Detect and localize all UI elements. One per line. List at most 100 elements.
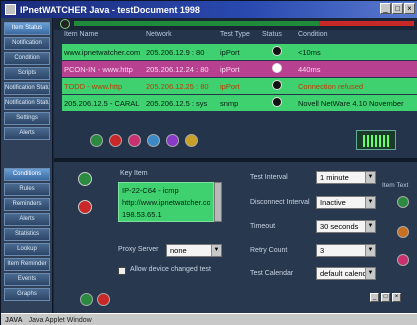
alias-list-item[interactable]: 198.53.65.1 [122,209,210,221]
panel-close-button[interactable]: × [392,293,401,302]
sidebar-item[interactable]: Rules [4,183,50,196]
sidebar-item[interactable]: Notification [4,37,50,50]
sidebar-item[interactable]: Alerts [4,127,50,140]
indicator-icon[interactable] [397,196,409,208]
retry-count-label: Retry Count [250,247,288,254]
allow-change-checkbox[interactable] [118,267,126,275]
window-controls: _ □ × [380,3,415,14]
status-text: Java Applet Window [28,316,92,324]
bars-icon [363,135,391,147]
item-toolbar [90,134,198,147]
timeout-value: 30 seconds [320,222,359,231]
sidebar-item[interactable]: Graphs [4,288,50,301]
table-row[interactable]: 205.206.12.5 - CARAL 205.206.12.5 : sys … [62,95,417,111]
sidebar-item[interactable]: Item Status [4,22,50,35]
sidebar-item[interactable]: Lookup [4,243,50,256]
test-interval-value: 1 minute [320,173,349,182]
status-bar-green [74,21,319,26]
cell-condition: <10ms [298,47,321,57]
disconnect-interval-value: Inactive [320,198,346,207]
alert-button[interactable] [185,134,198,147]
cell-status [260,97,296,109]
alias-list[interactable]: IP-22-C64 - icmp http://www.ipnetwatcher… [118,182,214,222]
proxy-server-value: none [170,246,187,255]
test-calendar-select[interactable]: default calend ▼ [316,267,376,280]
sidebar-item[interactable]: Notification Status [4,97,50,110]
alias-scrollbar[interactable] [214,182,222,222]
status-icon [272,63,282,73]
sidebar-item[interactable]: Events [4,273,50,286]
chevron-down-icon: ▼ [365,197,375,208]
refresh-button[interactable] [147,134,160,147]
retry-count-select[interactable]: 3 ▼ [316,244,376,257]
sidebar-item[interactable]: Scripts [4,67,50,80]
logo-icon [60,19,70,29]
table-row[interactable]: TODD - www.http 205.206.12.25 : 80 ipPor… [62,78,417,94]
close-button[interactable]: × [404,3,415,14]
sidebar-item[interactable]: Reminders [4,198,50,211]
column-header-type[interactable]: Test Type [218,31,260,43]
item-list-panel: Item Name Network Test Type Status Condi… [54,18,417,158]
status-strip [54,18,417,30]
indicator-icon[interactable] [397,254,409,266]
cancel-button[interactable] [97,293,110,306]
alias-list-item[interactable]: http://www.ipnetwatcher.com/ti [122,197,210,209]
status-bar-red [319,21,414,26]
table-row[interactable]: www.ipnetwatcher.com 205.206.12.9 : 80 i… [62,44,417,60]
status-icon [272,80,282,90]
timeout-select[interactable]: 30 seconds ▼ [316,220,376,233]
panel-maximize-button[interactable]: □ [381,293,390,302]
sidebar-item[interactable]: Statistics [4,228,50,241]
add-item-button[interactable] [90,134,103,147]
disconnect-interval-select[interactable]: Inactive ▼ [316,196,376,209]
stop-button[interactable] [128,134,141,147]
sidebar-item[interactable]: Item Reminder [4,258,50,271]
item-table: www.ipnetwatcher.com 205.206.12.9 : 80 i… [62,44,417,112]
status-icon [272,97,282,107]
cell-type: ipPort [220,64,240,74]
cell-condition: 440ms [298,64,321,74]
test-calendar-value: default calend [320,269,367,278]
cell-name: PCON-IN - www.http [64,64,133,74]
cell-condition: Connection refused [298,81,364,91]
sidebar-item[interactable]: Conditions [4,168,50,181]
chevron-down-icon: ▼ [365,172,375,183]
column-header-condition[interactable]: Condition [296,31,417,43]
panel-corner-controls: _ □ × [370,293,401,302]
sidebar-bottom-group: Conditions Rules Reminders Alerts Statis… [4,168,50,303]
table-row[interactable]: PCON-IN - www.http 205.206.12.24 : 80 ip… [62,61,417,77]
proxy-server-select[interactable]: none ▼ [166,244,222,257]
timeout-label: Timeout [250,223,276,230]
test-interval-select[interactable]: 1 minute ▼ [316,171,376,184]
test-interval-label: Test Interval [250,174,288,181]
cell-name: 205.206.12.5 - CARAL [64,98,140,108]
maximize-button[interactable]: □ [392,3,403,14]
sidebar-item[interactable]: Notification Status [4,82,50,95]
window-title: IPnetWATCHER Java - testDocument 1998 [20,4,200,15]
column-header-network[interactable]: Network [144,31,218,43]
cell-network: 205.206.12.5 : sys [146,98,208,108]
title-bar[interactable]: IPnetWATCHER Java - testDocument 1998 _ … [1,1,417,18]
remove-alias-button[interactable] [78,200,92,214]
chevron-down-icon: ▼ [365,221,375,232]
column-header-name[interactable]: Item Name [62,31,144,43]
sidebar-item[interactable]: Condition [4,52,50,65]
detail-buttons [80,293,110,306]
cell-condition: Novell NetWare 4.10 November [298,98,404,108]
table-header: Item Name Network Test Type Status Condi… [62,31,417,43]
column-header-status[interactable]: Status [260,31,296,43]
apply-button[interactable] [80,293,93,306]
chevron-down-icon: ▼ [365,268,375,279]
indicator-icon[interactable] [397,226,409,238]
sidebar-item[interactable]: Alerts [4,213,50,226]
sidebar-item[interactable]: Settings [4,112,50,125]
monitor-graph-button[interactable] [356,130,396,150]
minimize-button[interactable]: _ [380,3,391,14]
panel-minimize-button[interactable]: _ [370,293,379,302]
proxy-server-label: Proxy Server [118,246,159,253]
cell-type: ipPort [220,81,240,91]
delete-item-button[interactable] [109,134,122,147]
test-button[interactable] [166,134,179,147]
alias-list-item[interactable]: IP-22-C64 - icmp [122,185,210,197]
add-alias-button[interactable] [78,172,92,186]
